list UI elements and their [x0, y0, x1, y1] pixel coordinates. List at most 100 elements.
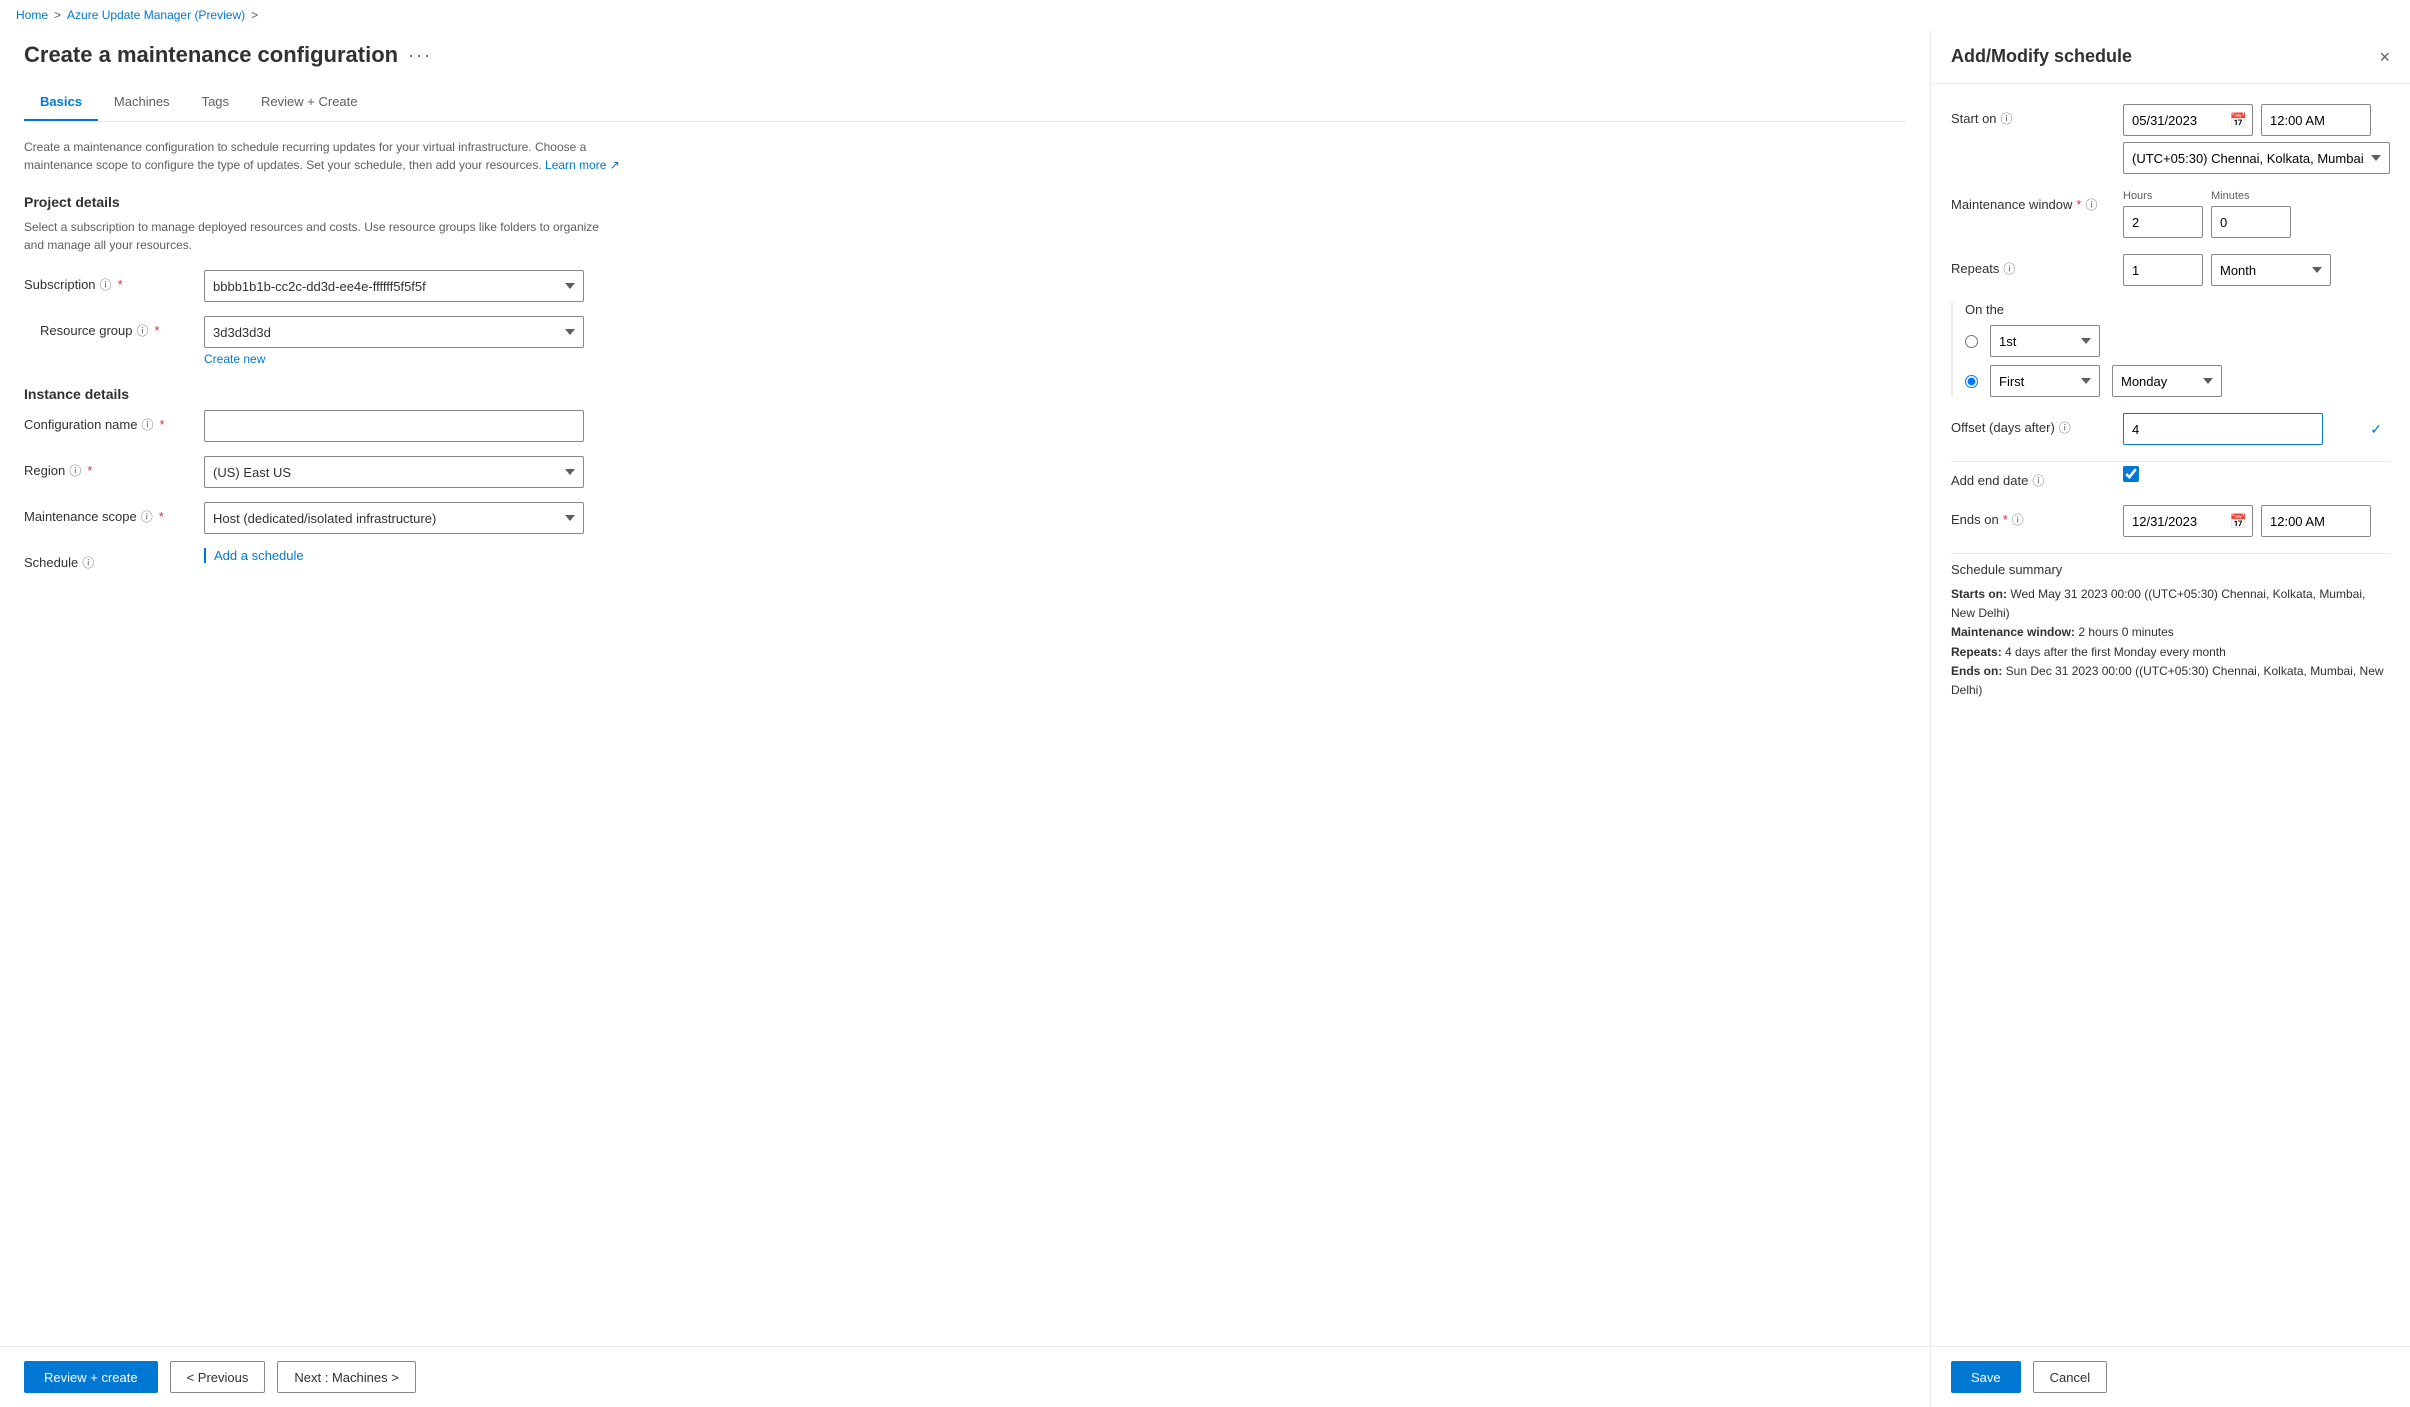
- on-the-radio1-row: 1st 2nd 3rd 4th Last: [1965, 325, 2390, 357]
- region-info-icon: ⓘ: [69, 462, 81, 479]
- start-on-label: Start on ⓘ: [1951, 104, 2111, 127]
- hours-label: Hours: [2123, 190, 2203, 202]
- save-button[interactable]: Save: [1951, 1361, 2021, 1393]
- start-on-row: Start on ⓘ 📅 (UTC+05:30) Chennai, Kolkat…: [1951, 104, 2390, 174]
- breadcrumb: Home > Azure Update Manager (Preview) >: [0, 0, 2410, 30]
- resource-group-info-icon: ⓘ: [137, 322, 149, 339]
- add-end-date-checkbox[interactable]: [2123, 466, 2139, 482]
- config-name-info-icon: ⓘ: [141, 416, 153, 433]
- subscription-row: Subscription ⓘ * bbbb1b1b-cc2c-dd3d-ee4e…: [24, 270, 1906, 302]
- mw-info-icon: ⓘ: [2085, 196, 2097, 213]
- bottom-bar: Review + create < Previous Next : Machin…: [0, 1346, 1930, 1407]
- add-schedule-link[interactable]: Add a schedule: [204, 548, 304, 563]
- breadcrumb-azure[interactable]: Azure Update Manager (Preview): [67, 8, 245, 22]
- start-on-info-icon: ⓘ: [2001, 110, 2013, 127]
- repeats-unit-select[interactable]: Month Day Week Month Year: [2211, 254, 2331, 286]
- page-description: Create a maintenance configuration to sc…: [24, 138, 624, 174]
- offset-input[interactable]: [2123, 413, 2323, 445]
- resource-group-select[interactable]: 3d3d3d3d: [204, 316, 584, 348]
- mw-required: *: [2076, 197, 2081, 212]
- right-panel: Add/Modify schedule × Start on ⓘ 📅: [1930, 30, 2410, 1407]
- start-date-input[interactable]: [2123, 104, 2253, 136]
- end-date-wrapper: 📅: [2123, 505, 2253, 537]
- subscription-select[interactable]: bbbb1b1b-cc2c-dd3d-ee4e-ffffff5f5f5f: [204, 270, 584, 302]
- region-required: *: [87, 463, 92, 478]
- ends-on-label: Ends on * ⓘ: [1951, 505, 2111, 528]
- on-the-radio1[interactable]: [1965, 335, 1978, 348]
- schedule-info-icon: ⓘ: [82, 554, 94, 571]
- on-the-ordinal-select[interactable]: First Second Third Fourth Last: [1990, 365, 2100, 397]
- create-new-link[interactable]: Create new: [204, 352, 584, 366]
- repeats-info-icon: ⓘ: [2003, 260, 2015, 277]
- offset-label: Offset (days after) ⓘ: [1951, 413, 2111, 436]
- end-time-input[interactable]: [2261, 505, 2371, 537]
- tab-tags[interactable]: Tags: [186, 84, 245, 121]
- resource-group-control: 3d3d3d3d Create new: [204, 316, 584, 366]
- start-time-input[interactable]: [2261, 104, 2371, 136]
- schedule-summary-text: Starts on: Wed May 31 2023 00:00 ((UTC+0…: [1951, 585, 2390, 700]
- hours-col: Hours: [2123, 190, 2203, 238]
- minutes-label: Minutes: [2211, 190, 2291, 202]
- previous-button[interactable]: < Previous: [170, 1361, 266, 1393]
- maintenance-scope-label: Maintenance scope ⓘ *: [24, 502, 204, 525]
- region-label: Region ⓘ *: [24, 456, 204, 479]
- cancel-button[interactable]: Cancel: [2033, 1361, 2107, 1393]
- review-create-button[interactable]: Review + create: [24, 1361, 158, 1393]
- maintenance-window-controls: Hours Minutes: [2123, 190, 2390, 238]
- breadcrumb-sep1: >: [54, 8, 61, 22]
- repeats-number-input[interactable]: [2123, 254, 2203, 286]
- offset-info-icon: ⓘ: [2059, 419, 2071, 436]
- add-end-date-label: Add end date ⓘ: [1951, 466, 2111, 489]
- tab-basics[interactable]: Basics: [24, 84, 98, 121]
- on-the-label: On the: [1965, 302, 2390, 317]
- on-the-weekday-select[interactable]: Sunday Monday Tuesday Wednesday Thursday…: [2112, 365, 2222, 397]
- instance-details-header: Instance details: [24, 386, 1906, 402]
- maintenance-scope-required: *: [159, 509, 164, 524]
- tab-review-create[interactable]: Review + Create: [245, 84, 373, 121]
- config-name-input[interactable]: [204, 410, 584, 442]
- breadcrumb-sep2: >: [251, 8, 258, 22]
- on-the-section: On the 1st 2nd 3rd 4th Last: [1951, 302, 2390, 397]
- tab-machines[interactable]: Machines: [98, 84, 186, 121]
- resource-group-label: Resource group ⓘ *: [24, 316, 204, 339]
- on-the-day-select[interactable]: 1st 2nd 3rd 4th Last: [1990, 325, 2100, 357]
- ends-on-info-icon: ⓘ: [2012, 511, 2024, 528]
- region-select[interactable]: (US) East US: [204, 456, 584, 488]
- right-panel-header: Add/Modify schedule ×: [1931, 30, 2410, 84]
- hours-input[interactable]: [2123, 206, 2203, 238]
- region-control: (US) East US: [204, 456, 584, 488]
- next-button[interactable]: Next : Machines >: [277, 1361, 415, 1393]
- learn-more-link[interactable]: Learn more ↗: [545, 158, 620, 172]
- repeats-label: Repeats ⓘ: [1951, 254, 2111, 277]
- ellipsis-button[interactable]: ···: [408, 45, 432, 66]
- subscription-control: bbbb1b1b-cc2c-dd3d-ee4e-ffffff5f5f5f: [204, 270, 584, 302]
- timezone-select[interactable]: (UTC+05:30) Chennai, Kolkata, Mumbai, N.…: [2123, 142, 2390, 174]
- add-end-date-row: Add end date ⓘ: [1951, 466, 2390, 489]
- project-details-header: Project details: [24, 194, 1906, 210]
- offset-row: Offset (days after) ⓘ ✓: [1951, 413, 2390, 445]
- minutes-input[interactable]: [2211, 206, 2291, 238]
- config-name-control: [204, 410, 584, 442]
- right-panel-footer: Save Cancel: [1931, 1346, 2410, 1407]
- subscription-label: Subscription ⓘ *: [24, 270, 204, 293]
- start-on-controls: 📅 (UTC+05:30) Chennai, Kolkata, Mumbai, …: [2123, 104, 2390, 174]
- end-date-input[interactable]: [2123, 505, 2253, 537]
- resource-group-required: *: [155, 323, 160, 338]
- config-name-label: Configuration name ⓘ *: [24, 410, 204, 433]
- add-end-date-controls: [2123, 466, 2390, 482]
- close-button[interactable]: ×: [2379, 48, 2390, 66]
- maintenance-scope-control: Host (dedicated/isolated infrastructure): [204, 502, 584, 534]
- offset-controls: ✓: [2123, 413, 2390, 445]
- maintenance-scope-info-icon: ⓘ: [141, 508, 153, 525]
- subscription-required: *: [118, 277, 123, 292]
- repeats-row: Repeats ⓘ Month Day Week Month Year: [1951, 254, 2390, 286]
- breadcrumb-home[interactable]: Home: [16, 8, 48, 22]
- config-name-required: *: [159, 417, 164, 432]
- region-row: Region ⓘ * (US) East US: [24, 456, 1906, 488]
- on-the-radio2[interactable]: [1965, 375, 1978, 388]
- maintenance-scope-select[interactable]: Host (dedicated/isolated infrastructure): [204, 502, 584, 534]
- schedule-row: Schedule ⓘ Add a schedule: [24, 548, 1906, 571]
- config-name-row: Configuration name ⓘ *: [24, 410, 1906, 442]
- offset-check-icon: ✓: [2370, 421, 2382, 438]
- ends-on-controls: 📅: [2123, 505, 2390, 537]
